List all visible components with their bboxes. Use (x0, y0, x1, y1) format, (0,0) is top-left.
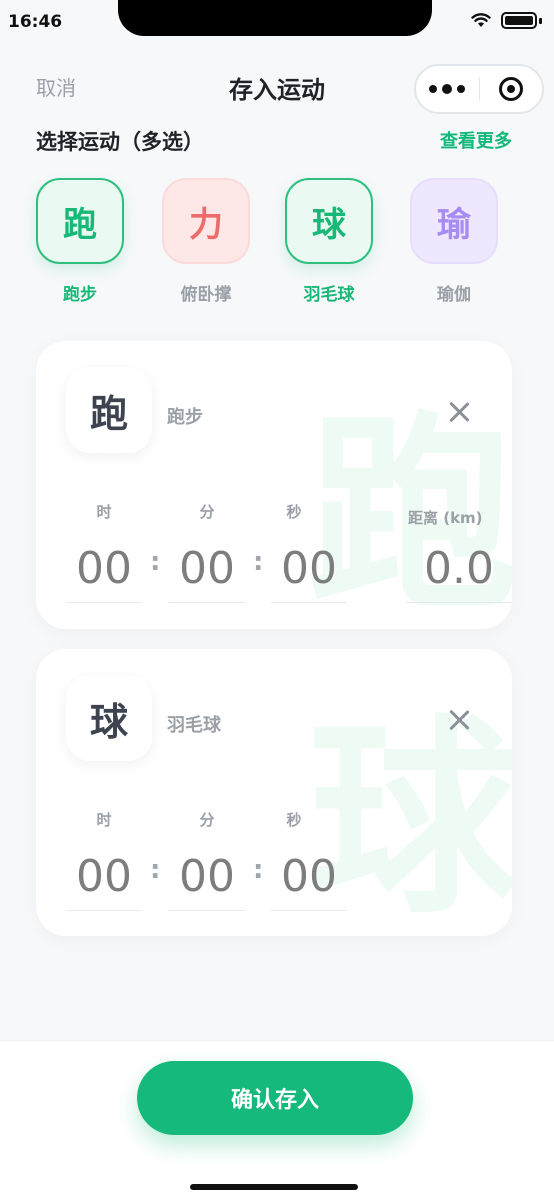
sport-option-badminton[interactable]: 球 羽毛球 (285, 178, 373, 305)
close-icon[interactable] (448, 709, 470, 731)
ball-icon: 球 (66, 675, 152, 761)
exercise-card-running: 跑 跑 跑步 时 分 秒 距离 (km) 00 : 00 : 00 0.0 (36, 341, 512, 629)
ball-icon: 球 (285, 178, 373, 264)
confirm-save-button[interactable]: 确认存入 (137, 1061, 413, 1135)
wifi-icon (471, 13, 491, 27)
device-notch (118, 0, 432, 36)
sport-option-label: 瑜伽 (437, 285, 471, 305)
time-separator: : (253, 547, 264, 577)
time-separator: : (253, 855, 264, 885)
minute-label: 分 (199, 503, 215, 521)
cancel-button[interactable]: 取消 (36, 72, 76, 101)
battery-icon (501, 12, 537, 29)
card-sport-name: 羽毛球 (167, 715, 221, 736)
minute-input[interactable]: 00 (169, 543, 245, 603)
second-label: 秒 (286, 811, 302, 829)
sport-option-label: 跑步 (63, 285, 97, 305)
second-input[interactable]: 00 (271, 851, 347, 911)
yoga-icon: 瑜 (410, 178, 498, 264)
view-more-link[interactable]: 查看更多 (440, 127, 512, 153)
distance-label: 距离 (km) (408, 509, 483, 527)
target-icon (498, 77, 523, 101)
hour-input[interactable]: 00 (66, 851, 142, 911)
distance-input[interactable]: 0.0 (406, 543, 512, 603)
hour-label: 时 (96, 811, 112, 829)
status-icons (471, 12, 542, 29)
time-separator: : (150, 855, 161, 885)
minute-label: 分 (199, 811, 215, 829)
hour-label: 时 (96, 503, 112, 521)
section-title: 选择运动（多选） (36, 130, 204, 154)
card-sport-name: 跑步 (167, 407, 203, 428)
strength-icon: 力 (162, 178, 250, 264)
exercise-card-badminton: 球 球 羽毛球 时 分 秒 00 : 00 : 00 (36, 649, 512, 936)
sport-option-yoga[interactable]: 瑜 瑜伽 (410, 178, 498, 305)
sport-option-pushup[interactable]: 力 俯卧撑 (162, 178, 250, 305)
second-label: 秒 (286, 503, 302, 521)
battery-cap (539, 17, 542, 24)
running-icon: 跑 (36, 178, 124, 264)
more-dots-icon[interactable] (416, 83, 479, 94)
close-icon[interactable] (448, 401, 470, 423)
running-icon: 跑 (66, 367, 152, 453)
hour-input[interactable]: 00 (66, 543, 142, 603)
time-separator: : (150, 547, 161, 577)
miniprogram-capsule (414, 64, 544, 114)
second-input[interactable]: 00 (271, 543, 347, 603)
minute-input[interactable]: 00 (169, 851, 245, 911)
close-miniprogram-button[interactable] (480, 77, 543, 101)
status-time: 16:46 (8, 12, 63, 32)
home-indicator (190, 1184, 358, 1190)
sport-option-label: 俯卧撑 (180, 285, 232, 305)
sport-option-running[interactable]: 跑 跑步 (36, 178, 124, 305)
sport-option-label: 羽毛球 (303, 285, 355, 305)
